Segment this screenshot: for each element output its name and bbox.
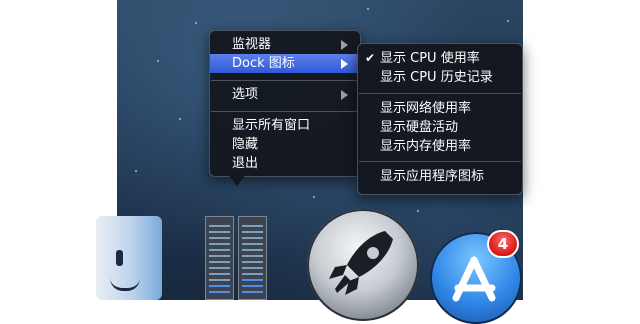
submenu-item-show-cpu-usage[interactable]: ✔ 显示 CPU 使用率 bbox=[358, 49, 522, 68]
submenu-item-show-memory-usage[interactable]: 显示内存使用率 bbox=[358, 137, 522, 156]
finder-eye bbox=[116, 250, 123, 266]
menu-item-label: 监视器 bbox=[232, 37, 272, 52]
menu-item-label: 选项 bbox=[232, 87, 259, 102]
menu-separator bbox=[359, 93, 521, 94]
menu-separator bbox=[211, 111, 359, 112]
finder-icon[interactable] bbox=[96, 216, 162, 300]
notification-badge: 4 bbox=[487, 230, 519, 258]
submenu-arrow-icon bbox=[341, 90, 348, 100]
submenu-item-label: 显示网络使用率 bbox=[380, 101, 472, 116]
finder-mouth bbox=[110, 278, 140, 291]
menu-item-label: Dock 图标 bbox=[232, 56, 295, 71]
checkmark-icon: ✔ bbox=[365, 51, 376, 65]
menu-item-dock-icon[interactable]: Dock 图标 bbox=[210, 54, 360, 73]
submenu-item-label: 显示 CPU 历史记录 bbox=[380, 70, 493, 85]
menu-item-label: 隐藏 bbox=[232, 137, 259, 152]
menu-item-options[interactable]: 选项 bbox=[210, 85, 360, 104]
submenu-item-show-network-usage[interactable]: 显示网络使用率 bbox=[358, 99, 522, 118]
rocket-icon bbox=[329, 231, 393, 295]
submenu-item-label: 显示硬盘活动 bbox=[380, 120, 459, 135]
menu-separator bbox=[359, 161, 521, 162]
menu-item-label: 显示所有窗口 bbox=[232, 118, 311, 133]
dock-icon-submenu: ✔ 显示 CPU 使用率 显示 CPU 历史记录 显示网络使用率 显示硬盘活动 … bbox=[357, 43, 523, 195]
submenu-item-show-cpu-history[interactable]: 显示 CPU 历史记录 bbox=[358, 68, 522, 87]
menu-item-label: 退出 bbox=[232, 156, 259, 171]
launchpad-icon[interactable] bbox=[307, 209, 419, 321]
submenu-item-label: 显示 CPU 使用率 bbox=[380, 51, 480, 66]
menu-item-quit[interactable]: 退出 bbox=[210, 154, 360, 173]
submenu-item-show-disk-activity[interactable]: 显示硬盘活动 bbox=[358, 118, 522, 137]
menu-item-hide[interactable]: 隐藏 bbox=[210, 135, 360, 154]
submenu-item-label: 显示内存使用率 bbox=[380, 139, 472, 154]
submenu-arrow-icon bbox=[341, 59, 348, 69]
submenu-item-show-app-icon[interactable]: 显示应用程序图标 bbox=[358, 167, 522, 186]
menu-item-show-all-windows[interactable]: 显示所有窗口 bbox=[210, 116, 360, 135]
submenu-arrow-icon bbox=[341, 40, 348, 50]
menu-pointer bbox=[228, 174, 246, 186]
menu-item-monitor[interactable]: 监视器 bbox=[210, 35, 360, 54]
activity-monitor-icon[interactable] bbox=[205, 216, 271, 300]
dock-context-menu: 监视器 Dock 图标 选项 显示所有窗口 隐藏 退出 bbox=[209, 30, 361, 177]
submenu-item-label: 显示应用程序图标 bbox=[380, 169, 485, 184]
menu-separator bbox=[211, 80, 359, 81]
